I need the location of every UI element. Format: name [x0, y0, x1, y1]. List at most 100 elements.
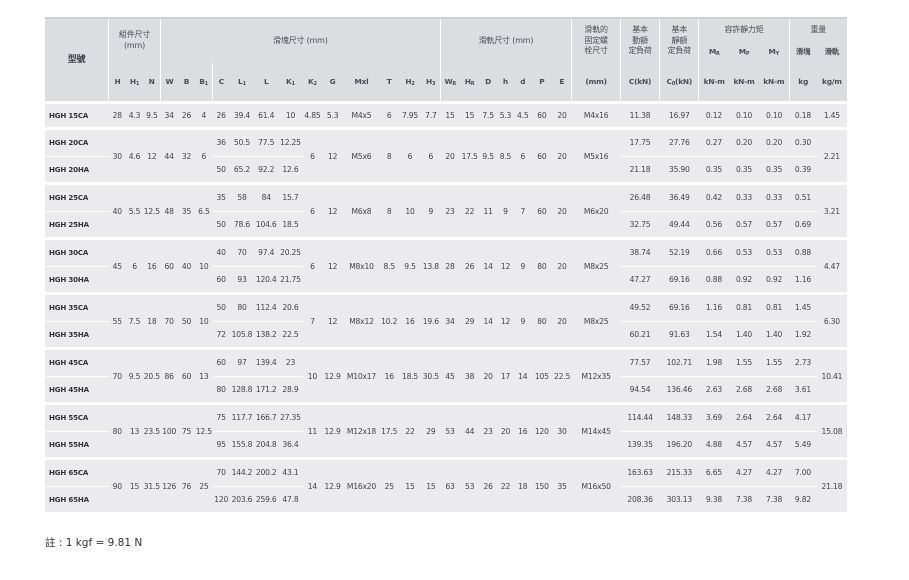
- value-cell: 34: [160, 101, 178, 129]
- value-cell: 0.56: [698, 211, 729, 239]
- shared-value-cell: 19.6: [421, 292, 441, 349]
- value-cell: 65.2: [229, 156, 255, 184]
- value-cell: 0.42: [698, 182, 729, 212]
- column-symbol-h2: H2: [398, 63, 422, 103]
- column-symbol-kn-m: kN-m: [698, 63, 729, 103]
- value-cell: 4.85: [302, 101, 323, 129]
- value-cell: 0.69: [789, 211, 817, 239]
- shared-value-cell: 16: [514, 402, 532, 459]
- model-cell: HGH 30CA: [45, 237, 109, 267]
- shared-value-cell: 20: [440, 127, 460, 184]
- value-cell: 2.64: [728, 402, 760, 432]
- value-cell: 60: [212, 266, 230, 294]
- value-cell: 1.92: [789, 321, 817, 349]
- shared-value-cell: 23: [479, 402, 497, 459]
- value-cell: 1.40: [728, 321, 760, 349]
- column-symbol-b1: B1: [195, 63, 213, 103]
- value-cell: 12.25: [278, 127, 303, 157]
- shared-value-cell: 105: [531, 347, 553, 404]
- shared-value-cell: 30: [108, 127, 126, 184]
- value-cell: 84: [254, 182, 279, 212]
- value-cell: 0.57: [728, 211, 760, 239]
- shared-value-cell: 14: [479, 292, 497, 349]
- shared-value-cell: 8: [379, 182, 399, 239]
- shared-value-cell: 20.5: [143, 347, 161, 404]
- value-cell: 20: [552, 101, 572, 129]
- value-cell: 148.33: [659, 402, 699, 432]
- column-symbol-hr: HR: [459, 63, 480, 103]
- static-moment-header: 容許靜力矩: [698, 17, 790, 41]
- shared-value-cell: 20: [496, 402, 515, 459]
- shared-value-cell: 12.9: [322, 457, 343, 512]
- value-cell: 7.38: [759, 486, 790, 512]
- value-cell: 2.68: [759, 376, 790, 404]
- value-cell: 38.74: [620, 237, 660, 267]
- shared-value-cell: 9: [421, 182, 441, 239]
- model-column-header: 型號: [45, 17, 109, 103]
- value-cell: 7.38: [728, 486, 760, 512]
- value-cell: 20.25: [278, 237, 303, 267]
- shared-value-cell: 31.5: [143, 457, 161, 512]
- value-cell: 0.53: [759, 237, 790, 267]
- static-load-header: 基本 靜額 定負荷: [659, 17, 699, 63]
- value-cell: 52.19: [659, 237, 699, 267]
- value-cell: 6: [379, 101, 399, 129]
- shared-value-cell: 2.21: [816, 127, 847, 184]
- shared-value-cell: 12: [322, 237, 343, 294]
- value-cell: 10: [278, 101, 303, 129]
- shared-value-cell: M8x10: [343, 237, 380, 294]
- shared-value-cell: 29: [459, 292, 480, 349]
- value-cell: 303.13: [659, 486, 699, 512]
- value-cell: 2.63: [698, 376, 729, 404]
- shared-value-cell: 60: [531, 127, 553, 184]
- column-symbol-c0-kn: C0(kN): [659, 63, 699, 103]
- value-cell: 70: [212, 457, 230, 487]
- rail-weight-header: 滑軌: [816, 41, 847, 63]
- value-cell: 58: [229, 182, 255, 212]
- shared-value-cell: M6x8: [343, 182, 380, 239]
- value-cell: 0.33: [759, 182, 790, 212]
- shared-value-cell: 10: [195, 237, 213, 294]
- value-cell: M4x16: [571, 101, 621, 129]
- shared-value-cell: 10: [398, 182, 422, 239]
- value-cell: 32.75: [620, 211, 660, 239]
- value-cell: 7.5: [479, 101, 497, 129]
- shared-value-cell: 22: [459, 182, 480, 239]
- value-cell: 104.6: [254, 211, 279, 239]
- value-cell: 5.3: [322, 101, 343, 129]
- shared-value-cell: 90: [108, 457, 126, 512]
- value-cell: 77.5: [254, 127, 279, 157]
- shared-value-cell: M8x12: [343, 292, 380, 349]
- shared-value-cell: 16: [143, 237, 161, 294]
- value-cell: 7.95: [398, 101, 422, 129]
- shared-value-cell: 18.5: [398, 347, 422, 404]
- shared-value-cell: 6: [398, 127, 422, 184]
- value-cell: 93: [229, 266, 255, 294]
- value-cell: 4.88: [698, 431, 729, 459]
- column-symbol-c-kn: C(kN): [619, 63, 660, 103]
- shared-value-cell: 8: [379, 127, 399, 184]
- shared-value-cell: 10.41: [816, 347, 847, 404]
- value-cell: 1.16: [789, 266, 817, 294]
- shared-value-cell: 30: [552, 402, 572, 459]
- shared-value-cell: 17.5: [459, 127, 480, 184]
- value-cell: 0.81: [728, 292, 760, 322]
- shared-value-cell: 11: [302, 402, 323, 459]
- shared-value-cell: 6.30: [816, 292, 847, 349]
- shared-value-cell: 12.5: [195, 402, 213, 459]
- value-cell: 139.4: [254, 347, 279, 377]
- table-row: HGH 25CA 40 5.5 12.5 48 35 6.5 35 58 84 15.7 6 12 M6x…: [45, 182, 847, 239]
- value-cell: 70: [229, 237, 255, 267]
- shared-value-cell: 20: [552, 292, 572, 349]
- shared-value-cell: 26: [479, 457, 497, 512]
- column-symbol-h3: H3: [421, 63, 441, 103]
- shared-value-cell: M8x25: [571, 292, 621, 349]
- shared-value-cell: 29: [421, 402, 441, 459]
- shared-value-cell: 6: [302, 127, 323, 184]
- value-cell: 0.27: [698, 127, 729, 157]
- shared-value-cell: 14: [302, 457, 323, 512]
- value-cell: 78.6: [229, 211, 255, 239]
- shared-value-cell: 12: [322, 127, 343, 184]
- shared-value-cell: 50: [177, 292, 196, 349]
- shared-value-cell: 23.5: [143, 402, 161, 459]
